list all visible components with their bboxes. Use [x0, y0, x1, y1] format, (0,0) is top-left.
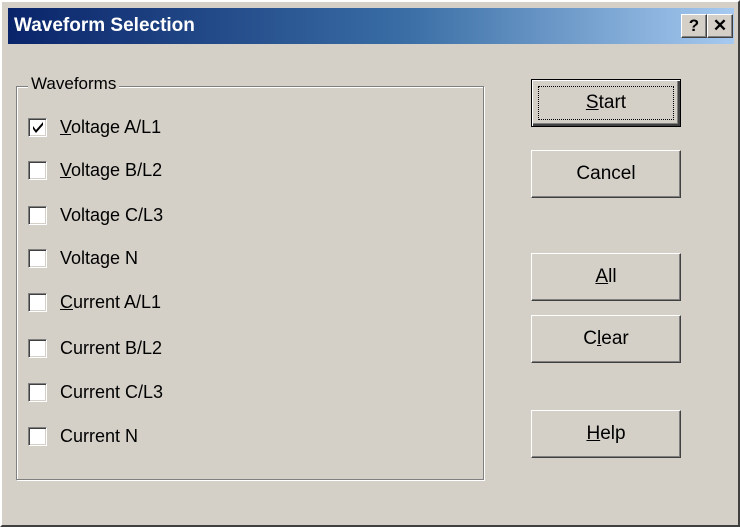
- title-bar[interactable]: Waveform Selection ? ✕: [8, 8, 734, 44]
- checkbox-box[interactable]: [28, 160, 47, 180]
- checkbox-label: Voltage A/L1: [60, 116, 162, 137]
- checkbox-label: Current C/L3: [60, 381, 164, 402]
- checkbox-current-a-l1[interactable]: Current A/L1: [28, 289, 161, 315]
- check-icon: [33, 121, 43, 133]
- checkbox-voltage-b-l2[interactable]: Voltage B/L2: [28, 157, 162, 183]
- question-icon: ?: [688, 16, 700, 35]
- waveforms-group: [16, 86, 484, 480]
- close-button[interactable]: ✕: [707, 14, 733, 38]
- checkbox-current-n[interactable]: Current N: [28, 423, 138, 449]
- cancel-button-label: Cancel: [576, 163, 636, 184]
- checkbox-voltage-a-l1[interactable]: Voltage A/L1: [28, 114, 161, 140]
- close-icon: ✕: [712, 16, 728, 35]
- waveforms-group-label: Waveforms: [28, 74, 120, 94]
- checkbox-label: Current A/L1: [60, 291, 162, 312]
- help-button-label: Help: [586, 423, 626, 444]
- all-button[interactable]: All: [531, 253, 681, 301]
- window-title: Waveform Selection: [14, 15, 195, 36]
- checkbox-voltage-n[interactable]: Voltage N: [28, 245, 138, 271]
- help-title-button[interactable]: ?: [681, 14, 707, 38]
- focus-rectangle: [538, 86, 674, 120]
- checkbox-box[interactable]: [28, 248, 47, 268]
- help-button[interactable]: Help: [531, 410, 681, 458]
- checkbox-label: Voltage C/L3: [60, 204, 164, 225]
- checkbox-label: Current N: [60, 425, 139, 446]
- cancel-button[interactable]: Cancel: [531, 150, 681, 198]
- checkbox-label: Current B/L2: [60, 337, 163, 358]
- checkbox-box[interactable]: [28, 382, 47, 402]
- checkbox-label: Voltage N: [60, 247, 139, 268]
- checkbox-box[interactable]: [28, 426, 47, 446]
- clear-button[interactable]: Clear: [531, 315, 681, 363]
- checkbox-voltage-c-l3[interactable]: Voltage C/L3: [28, 202, 163, 228]
- checkbox-current-c-l3[interactable]: Current C/L3: [28, 379, 163, 405]
- checkbox-current-b-l2[interactable]: Current B/L2: [28, 335, 162, 361]
- checkbox-box[interactable]: [28, 205, 47, 225]
- checkbox-box[interactable]: [28, 117, 47, 137]
- checkbox-box[interactable]: [28, 338, 47, 358]
- all-button-label: All: [595, 266, 617, 287]
- checkbox-box[interactable]: [28, 292, 47, 312]
- clear-button-label: Clear: [583, 328, 629, 349]
- start-button[interactable]: Start: [531, 79, 681, 127]
- checkbox-label: Voltage B/L2: [60, 159, 163, 180]
